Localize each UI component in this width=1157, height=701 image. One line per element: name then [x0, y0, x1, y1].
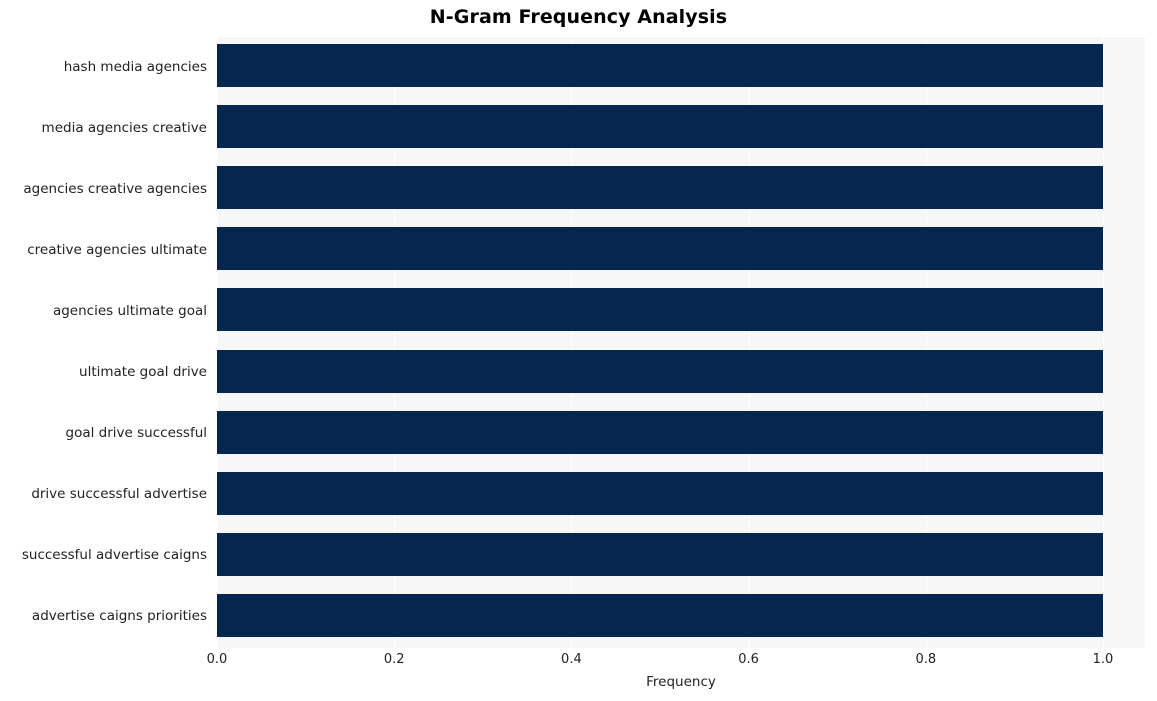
bar[interactable] — [217, 227, 1103, 271]
bar-row — [217, 220, 1145, 281]
y-axis-tick-label: ultimate goal drive — [79, 364, 207, 381]
y-axis-tick-label: creative agencies ultimate — [27, 241, 207, 258]
bar[interactable] — [217, 410, 1103, 454]
bar[interactable] — [217, 471, 1103, 515]
y-axis-tick-label: goal drive successful — [65, 425, 207, 442]
x-axis-tick-label: 0.4 — [561, 652, 582, 667]
y-axis-tick-label: media agencies creative — [41, 119, 207, 136]
x-axis-tick-label: 0.2 — [383, 652, 405, 667]
ngram-frequency-chart: N-Gram Frequency Analysis hash media age… — [0, 0, 1157, 701]
x-axis-tick-label: 0.0 — [206, 652, 228, 667]
x-axis-tick-label: 0.6 — [738, 652, 759, 667]
bar[interactable] — [217, 593, 1103, 637]
bar[interactable] — [217, 166, 1103, 210]
bar-row — [217, 343, 1145, 404]
bar-row — [217, 587, 1145, 648]
bar-row — [217, 281, 1145, 342]
y-axis-tick-label: agencies ultimate goal — [52, 302, 207, 319]
y-axis-tick-label: agencies creative agencies — [23, 180, 207, 197]
x-axis-tick-label: 0.8 — [915, 652, 937, 667]
bar-row — [217, 465, 1145, 526]
bar-row — [217, 37, 1145, 98]
x-axis-label: Frequency — [646, 674, 716, 690]
y-axis-tick-label: successful advertise caigns — [21, 547, 207, 564]
bar[interactable] — [217, 532, 1103, 576]
bar-row — [217, 526, 1145, 587]
y-axis-tick-label: advertise caigns priorities — [31, 608, 207, 625]
plot-area — [217, 37, 1145, 648]
bar-row — [217, 404, 1145, 465]
bar[interactable] — [217, 349, 1103, 393]
bar-row — [217, 98, 1145, 159]
bar-row — [217, 159, 1145, 220]
y-axis-category-labels: hash media agencies media agencies creati… — [0, 37, 207, 648]
y-axis-tick-label: hash media agencies — [63, 58, 207, 75]
bar[interactable] — [217, 105, 1103, 149]
chart-title: N-Gram Frequency Analysis — [429, 6, 728, 28]
bar[interactable] — [217, 288, 1103, 332]
x-axis-tick-label: 1.0 — [1092, 652, 1114, 667]
bar[interactable] — [217, 44, 1103, 87]
y-axis-tick-label: drive successful advertise — [31, 486, 207, 503]
